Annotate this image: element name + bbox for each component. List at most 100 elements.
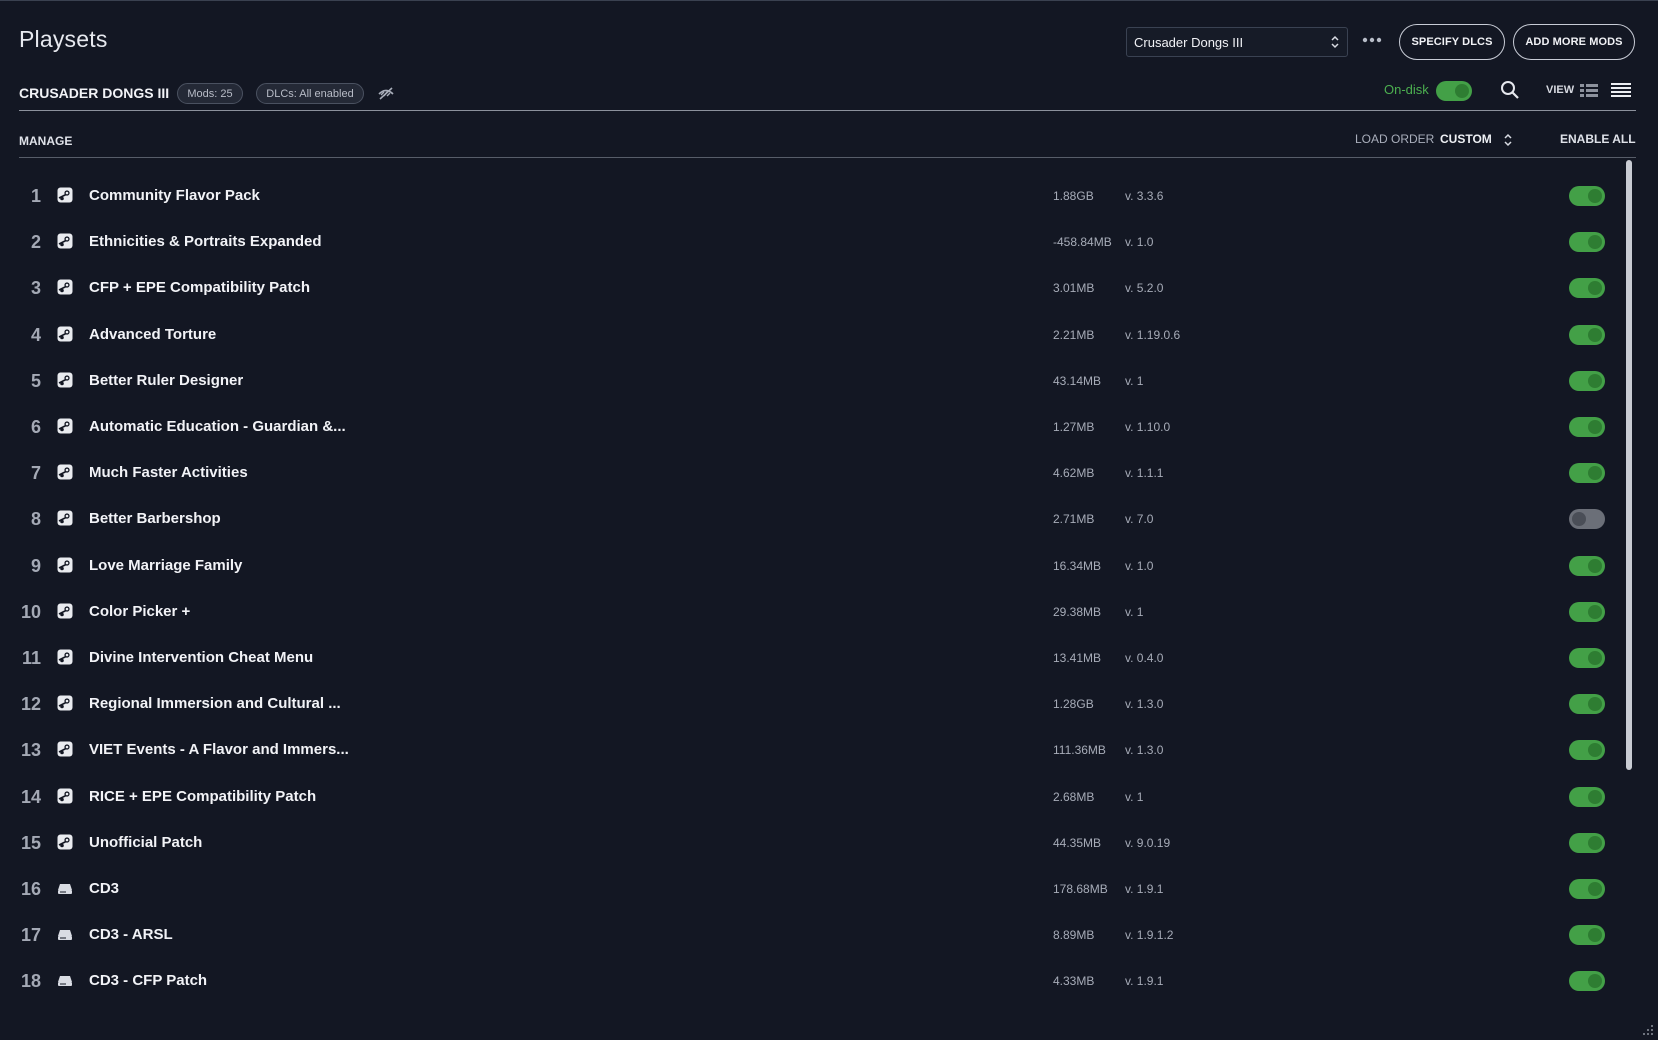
specify-dlcs-button[interactable]: SPECIFY DLCS [1399, 24, 1505, 60]
mod-version: v. 1.1.1 [1125, 466, 1164, 481]
mod-load-order-number: 6 [30, 417, 41, 437]
mod-name[interactable]: Unofficial Patch [89, 834, 202, 851]
mod-version: v. 1.0 [1125, 235, 1154, 250]
mod-row[interactable]: 4 Advanced Torture 2.21MB v. 1.19.0.6 [19, 315, 1609, 355]
sort-mode-value[interactable]: CUSTOM [1440, 132, 1492, 146]
mod-row[interactable]: 9 Love Marriage Family 16.34MB v. 1.0 [19, 546, 1609, 586]
steam-icon [57, 187, 73, 203]
mod-enable-toggle[interactable] [1569, 832, 1605, 853]
toggle-knob [1572, 512, 1586, 527]
eye-slash-icon[interactable] [377, 84, 395, 102]
mod-enable-toggle[interactable] [1569, 370, 1605, 391]
mod-enable-toggle[interactable] [1569, 555, 1605, 576]
mod-row[interactable]: 5 Better Ruler Designer 43.14MB v. 1 [19, 361, 1609, 401]
mod-enable-toggle[interactable] [1569, 324, 1605, 345]
mod-load-order-number: 5 [30, 370, 41, 391]
mod-enable-toggle[interactable] [1569, 648, 1605, 668]
toggle-knob [1588, 604, 1602, 619]
mod-enable-toggle[interactable] [1569, 601, 1605, 622]
mod-row[interactable]: 12 Regional Immersion and Cultural ... 1.2… [19, 684, 1609, 724]
mod-name[interactable]: Better Barbershop [89, 510, 221, 527]
mod-row[interactable]: 3 CFP + EPE Compatibility Patch 3.01MB v. 5… [19, 268, 1609, 308]
mod-version: v. 1.9.1 [1125, 974, 1164, 989]
mod-name[interactable]: CD3 - CFP Patch [89, 972, 207, 989]
mod-row[interactable]: 7 Much Faster Activities 4.62MB v. 1.1.1 [19, 453, 1609, 493]
mod-name[interactable]: Love Marriage Family [89, 557, 242, 574]
toggle-knob [1588, 651, 1602, 665]
mod-name[interactable]: Ethnicities & Portraits Expanded [89, 233, 322, 250]
mod-enable-toggle[interactable] [1569, 971, 1605, 992]
mod-load-order-number: 11 [21, 648, 41, 668]
mod-row[interactable]: 10 Color Picker + 29.38MB v. 1 [19, 592, 1609, 632]
toggle-knob [1588, 373, 1602, 388]
mod-name[interactable]: CD3 [89, 880, 119, 897]
mod-name[interactable]: Advanced Torture [89, 326, 216, 343]
mod-row[interactable]: 11 Divine Intervention Cheat Menu 13.41MB v… [19, 638, 1609, 678]
mod-enable-toggle[interactable] [1569, 925, 1605, 946]
mod-row[interactable]: 6 Automatic Education - Guardian &... 1.27… [19, 407, 1609, 447]
mod-version: v. 1 [1125, 789, 1144, 804]
grid-view-icon[interactable] [1579, 82, 1599, 98]
load-order-label: LOAD ORDER [1355, 132, 1435, 146]
mod-row[interactable]: 2 Ethnicities & Portraits Expanded -458.84… [19, 222, 1609, 262]
mod-size: -458.84MB [1053, 235, 1112, 250]
mod-version: v. 9.0.19 [1125, 835, 1171, 850]
toggle-knob [1588, 420, 1602, 434]
toggle-knob [1588, 928, 1602, 943]
mod-row[interactable]: 18 CD3 - CFP Patch 4.33MB v. 1.9.1 [19, 961, 1609, 1001]
steam-icon [57, 372, 73, 388]
mod-name[interactable]: Regional Immersion and Cultural ... [89, 695, 341, 712]
mod-load-order-number: 14 [20, 786, 41, 807]
mod-size: 1.28GB [1053, 697, 1094, 712]
mod-enable-toggle[interactable] [1569, 509, 1605, 530]
mod-size: 2.68MB [1053, 789, 1095, 804]
mod-load-order-number: 15 [20, 832, 41, 853]
mod-enable-toggle[interactable] [1569, 232, 1605, 253]
mod-row[interactable]: 14 RICE + EPE Compatibility Patch 2.68MB v.… [19, 777, 1609, 817]
mod-name[interactable]: Better Ruler Designer [89, 372, 243, 389]
steam-icon [57, 233, 73, 249]
mod-enable-toggle[interactable] [1569, 186, 1605, 206]
mod-version: v. 7.0 [1125, 512, 1154, 527]
list-view-icon[interactable] [1610, 82, 1632, 98]
mod-enable-toggle[interactable] [1569, 879, 1605, 899]
sort-chevron-icon[interactable] [1503, 132, 1513, 148]
mod-name[interactable]: Color Picker + [89, 603, 190, 620]
mod-name[interactable]: RICE + EPE Compatibility Patch [89, 788, 316, 805]
mod-name[interactable]: VIET Events - A Flavor and Immers... [89, 741, 349, 758]
mod-row[interactable]: 8 Better Barbershop 2.71MB v. 7.0 [19, 499, 1609, 539]
add-more-mods-button[interactable]: ADD MORE MODS [1513, 24, 1635, 60]
mod-version: v. 1.9.1 [1125, 882, 1164, 896]
mod-load-order-number: 17 [20, 925, 41, 946]
resize-grip-icon[interactable] [1640, 1022, 1654, 1036]
mod-name[interactable]: Community Flavor Pack [89, 187, 260, 204]
playset-select[interactable]: Crusader Dongs III [1126, 27, 1348, 57]
mod-name[interactable]: CD3 - ARSL [89, 926, 173, 943]
more-options-button[interactable] [1360, 30, 1384, 50]
mod-enable-toggle[interactable] [1569, 278, 1605, 299]
mod-enable-toggle[interactable] [1569, 786, 1605, 807]
mod-row[interactable]: 15 Unofficial Patch 44.35MB v. 9.0.19 [19, 823, 1609, 863]
mod-load-order-number: 18 [20, 971, 41, 992]
scrollbar-thumb[interactable] [1626, 160, 1632, 770]
view-label: VIEW [1546, 84, 1575, 96]
search-icon[interactable] [1500, 80, 1520, 100]
mod-enable-toggle[interactable] [1569, 694, 1605, 715]
mod-name[interactable]: Much Faster Activities [89, 464, 248, 481]
mod-name[interactable]: Divine Intervention Cheat Menu [89, 649, 313, 666]
mod-enable-toggle[interactable] [1569, 463, 1605, 484]
mod-enable-toggle[interactable] [1569, 417, 1605, 437]
header-divider [19, 110, 1636, 111]
mod-enable-toggle[interactable] [1569, 740, 1605, 761]
mod-row[interactable]: 16 CD3 178.68MB v. 1.9.1 [19, 869, 1609, 909]
enable-all-button[interactable]: ENABLE ALL [1560, 132, 1636, 146]
mod-row[interactable]: 1 Community Flavor Pack 1.88GB v. 3.3.6 [19, 176, 1609, 216]
mod-name[interactable]: Automatic Education - Guardian &... [89, 418, 346, 435]
playset-select-value: Crusader Dongs III [1134, 35, 1244, 50]
columns-divider [19, 157, 1636, 158]
mod-version: v. 1 [1125, 604, 1144, 619]
mod-row[interactable]: 13 VIET Events - A Flavor and Immers... 11… [19, 730, 1609, 770]
mod-row[interactable]: 17 CD3 - ARSL 8.89MB v. 1.9.1.2 [19, 915, 1609, 955]
mod-name[interactable]: CFP + EPE Compatibility Patch [89, 279, 310, 296]
ondisk-toggle[interactable] [1436, 81, 1472, 101]
